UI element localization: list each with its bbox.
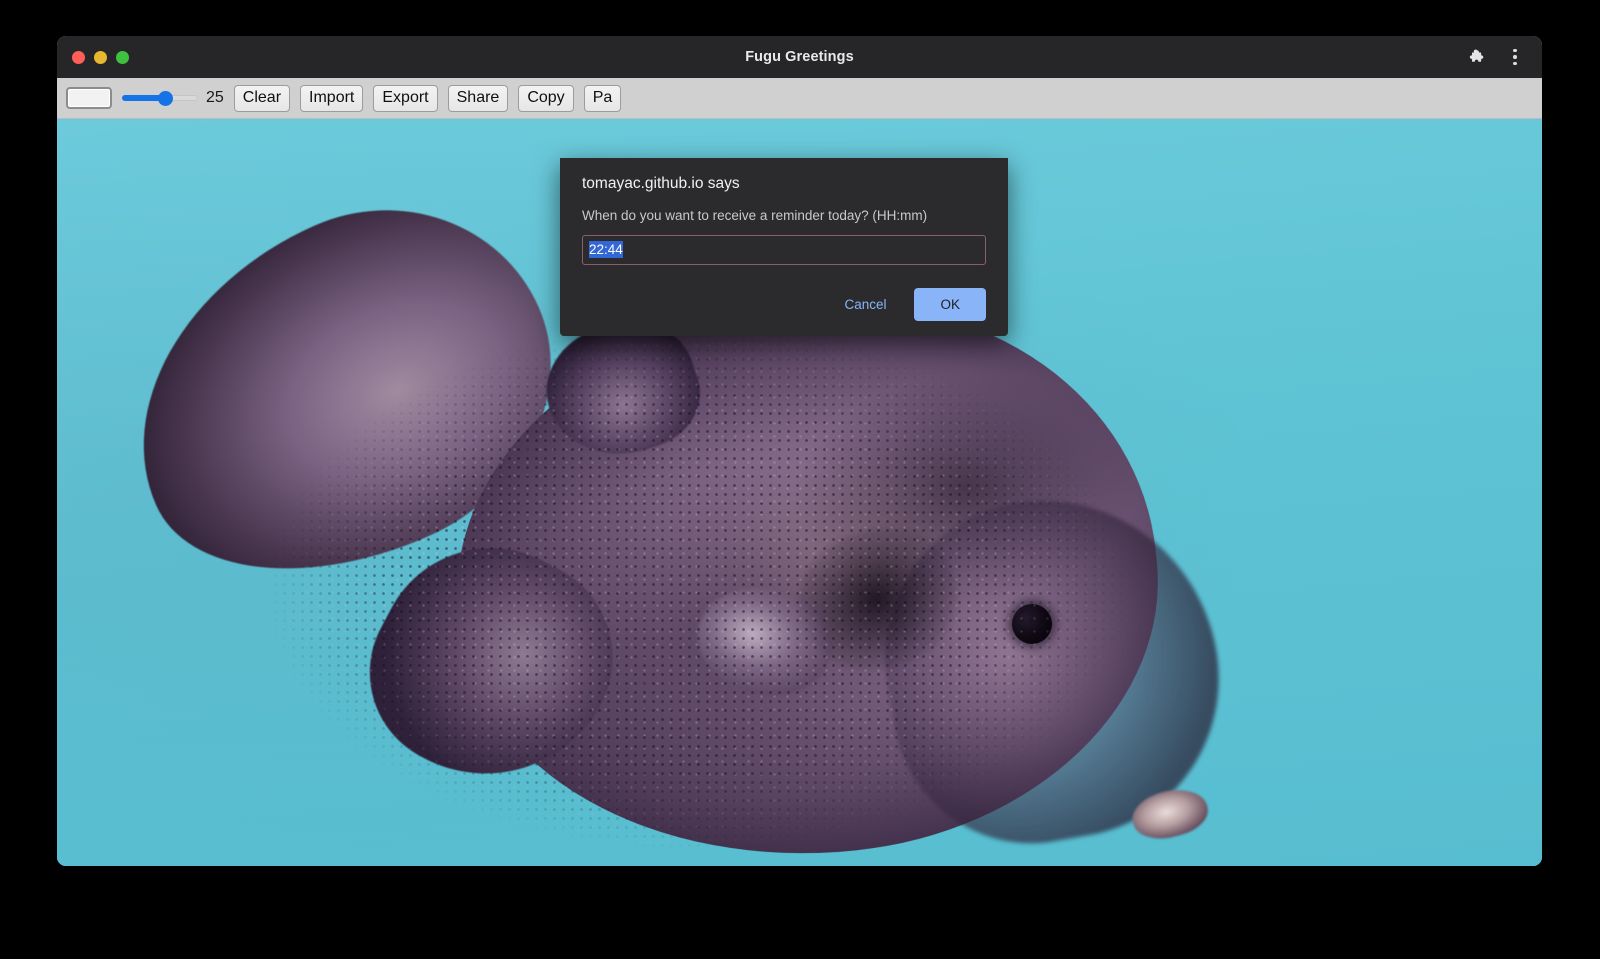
dialog-message-text: When do you want to receive a reminder t…: [582, 208, 986, 223]
ok-button[interactable]: OK: [914, 288, 986, 321]
dialog-input-value: 22:44: [589, 241, 623, 258]
window-title: Fugu Greetings: [57, 49, 1542, 65]
minimize-window-button[interactable]: [94, 51, 107, 64]
dialog-origin-title: tomayac.github.io says: [582, 175, 986, 193]
cancel-button[interactable]: Cancel: [830, 289, 900, 320]
share-button[interactable]: Share: [448, 85, 509, 112]
three-dot-menu-icon[interactable]: [1502, 44, 1528, 70]
close-window-button[interactable]: [72, 51, 85, 64]
app-toolbar: 25 Clear Import Export Share Copy Pa: [57, 78, 1542, 119]
traffic-light-group: [72, 36, 129, 78]
paste-button[interactable]: Pa: [584, 85, 622, 112]
browser-window: Fugu Greetings 25 Clear Import Export Sh…: [57, 36, 1542, 866]
copy-button[interactable]: Copy: [518, 85, 573, 112]
line-thickness-slider[interactable]: [122, 87, 198, 109]
maximize-window-button[interactable]: [116, 51, 129, 64]
import-button[interactable]: Import: [300, 85, 363, 112]
clear-button[interactable]: Clear: [234, 85, 290, 112]
title-bar-actions: [1462, 36, 1528, 78]
thickness-value-label: 25: [206, 89, 224, 107]
title-bar: Fugu Greetings: [57, 36, 1542, 78]
drawing-canvas[interactable]: tomayac.github.io says When do you want …: [57, 119, 1542, 866]
dialog-button-row: Cancel OK: [582, 288, 986, 321]
slider-knob[interactable]: [158, 91, 173, 106]
dialog-prompt-input[interactable]: 22:44: [582, 235, 986, 265]
color-picker-input[interactable]: [66, 87, 112, 109]
export-button[interactable]: Export: [373, 85, 437, 112]
puzzle-piece-icon[interactable]: [1462, 44, 1488, 70]
javascript-prompt-dialog: tomayac.github.io says When do you want …: [560, 158, 1008, 336]
